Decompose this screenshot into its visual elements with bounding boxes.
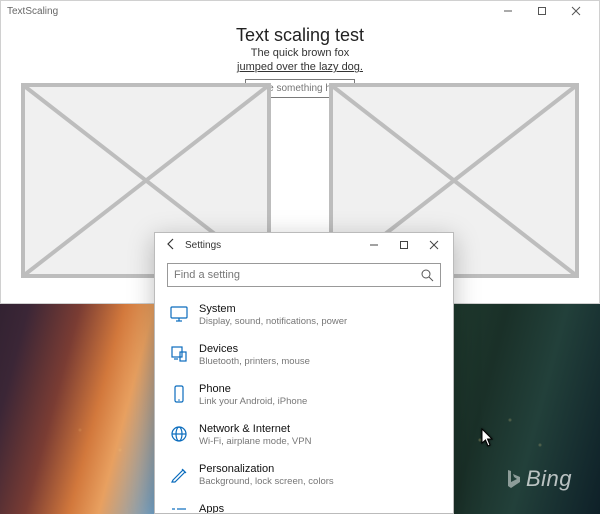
settings-item-label: Devices — [199, 343, 310, 355]
settings-item-label: System — [199, 303, 347, 315]
settings-title: Settings — [185, 240, 221, 251]
settings-item-label: Apps — [199, 503, 350, 513]
system-icon — [169, 304, 189, 324]
settings-minimize-button[interactable] — [359, 240, 389, 250]
personalization-icon — [169, 464, 189, 484]
settings-item-network[interactable]: Network & Internet Wi-Fi, airplane mode,… — [167, 417, 441, 457]
back-button[interactable] — [159, 237, 183, 254]
app-subtext-2: jumped over the lazy dog. — [237, 61, 363, 73]
bing-watermark: Bing — [504, 466, 572, 492]
textscaling-titlebar[interactable]: TextScaling — [1, 1, 599, 21]
settings-item-desc: Wi-Fi, airplane mode, VPN — [199, 436, 311, 447]
bing-watermark-text: Bing — [526, 466, 572, 492]
settings-item-phone[interactable]: Phone Link your Android, iPhone — [167, 377, 441, 417]
bing-icon — [504, 468, 522, 490]
settings-window: Settings Find a setting System — [154, 232, 454, 514]
settings-list: System Display, sound, notifications, po… — [167, 297, 441, 513]
settings-item-devices[interactable]: Devices Bluetooth, printers, mouse — [167, 337, 441, 377]
settings-item-desc: Background, lock screen, colors — [199, 476, 334, 487]
network-icon — [169, 424, 189, 444]
settings-close-button[interactable] — [419, 240, 449, 250]
mouse-cursor-icon — [481, 428, 495, 448]
settings-item-desc: Display, sound, notifications, power — [199, 316, 347, 327]
search-input[interactable]: Find a setting — [167, 263, 441, 287]
settings-item-personalization[interactable]: Personalization Background, lock screen,… — [167, 457, 441, 497]
apps-icon — [169, 504, 189, 513]
settings-item-desc: Bluetooth, printers, mouse — [199, 356, 310, 367]
app-heading: Text scaling test — [1, 25, 599, 46]
settings-maximize-button[interactable] — [389, 240, 419, 250]
maximize-button[interactable] — [525, 6, 559, 16]
settings-item-label: Phone — [199, 383, 307, 395]
close-button[interactable] — [559, 6, 593, 16]
settings-titlebar[interactable]: Settings — [155, 233, 453, 257]
settings-item-apps[interactable]: Apps Uninstall, defaults, optional featu… — [167, 497, 441, 513]
settings-item-system[interactable]: System Display, sound, notifications, po… — [167, 297, 441, 337]
textscaling-title: TextScaling — [7, 6, 58, 17]
settings-body: Find a setting System Display, sound, no… — [155, 257, 453, 513]
devices-icon — [169, 344, 189, 364]
search-placeholder: Find a setting — [174, 269, 420, 281]
settings-item-desc: Link your Android, iPhone — [199, 396, 307, 407]
minimize-button[interactable] — [491, 6, 525, 16]
settings-item-label: Network & Internet — [199, 423, 311, 435]
app-subtext-1: The quick brown fox — [251, 47, 349, 59]
search-icon — [420, 268, 434, 282]
settings-item-label: Personalization — [199, 463, 334, 475]
phone-icon — [169, 384, 189, 404]
